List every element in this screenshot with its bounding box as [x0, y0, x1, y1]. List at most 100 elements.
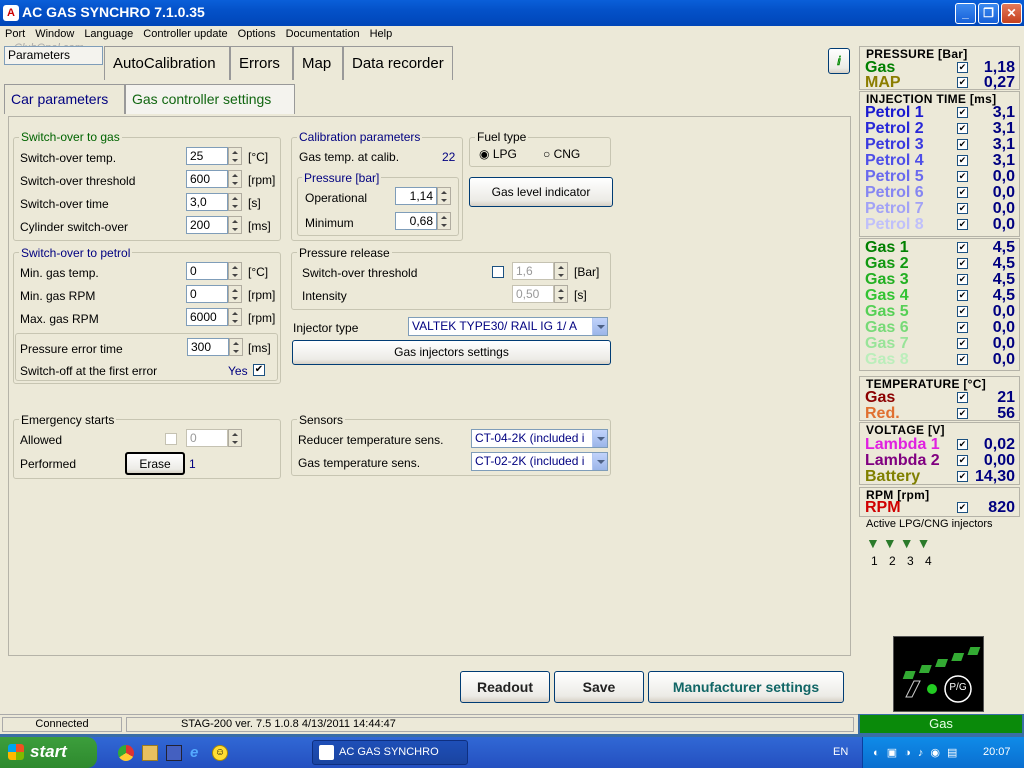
gas-level-display[interactable]: P/G: [893, 636, 984, 712]
gas-1-checkbox[interactable]: ✔: [957, 242, 968, 253]
tab-parameters[interactable]: Parameters: [4, 46, 103, 65]
petrol-8-checkbox[interactable]: ✔: [957, 219, 968, 230]
switchover-threshold-spinner[interactable]: [228, 170, 242, 188]
cng-radio[interactable]: ○ CNG: [543, 147, 580, 161]
taskbar-app-button[interactable]: AC GAS SYNCHRO: [312, 740, 468, 765]
intensity-spinner[interactable]: [554, 285, 568, 303]
manufacturer-settings-button[interactable]: Manufacturer settings: [648, 671, 844, 703]
gas-4-checkbox[interactable]: ✔: [957, 290, 968, 301]
menu-port[interactable]: Port: [0, 26, 30, 40]
emergency-allowed-input[interactable]: 0: [186, 429, 228, 447]
voltage-row-lambda1: Lambda 1 ✔ 0,02: [860, 436, 1019, 453]
switchoff-first-error-checkbox[interactable]: ✔: [253, 364, 265, 376]
ie-icon[interactable]: e: [190, 744, 207, 761]
gas-7-checkbox[interactable]: ✔: [957, 338, 968, 349]
menu-controller-update[interactable]: Controller update: [138, 26, 232, 40]
reducer-sens-select[interactable]: CT-04-2K (included i: [471, 429, 608, 448]
injector-type-select[interactable]: VALTEK TYPE30/ RAIL IG 1/ A: [408, 317, 608, 336]
petrol-8-value: 0,0: [992, 216, 1015, 233]
lambda2-checkbox[interactable]: ✔: [957, 455, 968, 466]
emergency-allowed-checkbox[interactable]: [165, 433, 177, 445]
menu-options[interactable]: Options: [233, 26, 281, 40]
clock: 20:07: [983, 746, 1011, 758]
reducer-sens-dropdown-icon[interactable]: [592, 430, 607, 447]
gas-injectors-settings-button[interactable]: Gas injectors settings: [292, 340, 611, 365]
menu-window[interactable]: Window: [30, 26, 79, 40]
gas-level-icon: [902, 647, 981, 703]
rpm-checkbox[interactable]: ✔: [957, 502, 968, 513]
petrol-3-checkbox[interactable]: ✔: [957, 139, 968, 150]
tray-icons[interactable]: ◐ ▣ ◑ ♪ ◉ ▤: [873, 746, 959, 759]
save-button[interactable]: Save: [554, 671, 644, 703]
tab-autocalibration[interactable]: AutoCalibration: [104, 46, 230, 80]
switchover-temp-spinner[interactable]: [228, 147, 242, 165]
gas-8-checkbox[interactable]: ✔: [957, 354, 968, 365]
start-button[interactable]: start: [0, 737, 97, 768]
pressure-gas-checkbox[interactable]: ✔: [957, 62, 968, 73]
min-gas-temp-spinner[interactable]: [228, 262, 242, 280]
gas-5-checkbox[interactable]: ✔: [957, 306, 968, 317]
pressure-map-checkbox[interactable]: ✔: [957, 77, 968, 88]
petrol-6-checkbox[interactable]: ✔: [957, 187, 968, 198]
pressure-error-spinner[interactable]: [229, 338, 243, 356]
min-gas-rpm-spinner[interactable]: [228, 285, 242, 303]
voltage-group: VOLTAGE [V] Lambda 1 ✔ 0,02 Lambda 2 ✔ 0…: [859, 422, 1020, 485]
minimum-input[interactable]: 0,68: [395, 212, 437, 230]
intensity-input[interactable]: 0,50: [512, 285, 554, 303]
petrol-4-checkbox[interactable]: ✔: [957, 155, 968, 166]
min-gas-temp-input[interactable]: 0: [186, 262, 228, 280]
gas-temp-sens-dropdown-icon[interactable]: [592, 453, 607, 470]
max-gas-rpm-input[interactable]: 6000: [186, 308, 228, 326]
switchover-time-input[interactable]: 3,0: [186, 193, 228, 211]
tab-data-recorder[interactable]: Data recorder: [343, 46, 453, 80]
lpg-radio[interactable]: ◉ LPG: [479, 147, 517, 161]
temperature-red-checkbox[interactable]: ✔: [957, 408, 968, 419]
operational-input[interactable]: 1,14: [395, 187, 437, 205]
gas-level-indicator-button[interactable]: Gas level indicator: [469, 177, 613, 207]
chrome-icon[interactable]: [118, 745, 134, 761]
maximize-button[interactable]: ❐: [978, 3, 999, 24]
messenger-icon[interactable]: ☺: [212, 745, 228, 761]
petrol-1-checkbox[interactable]: ✔: [957, 107, 968, 118]
pressure-error-input[interactable]: 300: [187, 338, 229, 356]
battery-checkbox[interactable]: ✔: [957, 471, 968, 482]
minimum-spinner[interactable]: [437, 212, 451, 230]
petrol-2-checkbox[interactable]: ✔: [957, 123, 968, 134]
gas-temp-sens-select[interactable]: CT-02-2K (included i: [471, 452, 608, 471]
switchover-time-spinner[interactable]: [228, 193, 242, 211]
menu-documentation[interactable]: Documentation: [281, 26, 365, 40]
minimize-button[interactable]: _: [955, 3, 976, 24]
lambda1-checkbox[interactable]: ✔: [957, 439, 968, 450]
gas-2-checkbox[interactable]: ✔: [957, 258, 968, 269]
readout-button[interactable]: Readout: [460, 671, 550, 703]
release-threshold-checkbox[interactable]: [492, 266, 504, 278]
save-disk-icon[interactable]: [166, 745, 182, 761]
release-threshold-input[interactable]: 1,6: [512, 262, 554, 280]
gas-6-checkbox[interactable]: ✔: [957, 322, 968, 333]
injector-type-dropdown-icon[interactable]: [592, 318, 607, 335]
temperature-gas-checkbox[interactable]: ✔: [957, 392, 968, 403]
emergency-allowed-spinner[interactable]: [228, 429, 242, 447]
menu-help[interactable]: Help: [365, 26, 398, 40]
cylinder-switchover-spinner[interactable]: [228, 216, 242, 234]
operational-spinner[interactable]: [437, 187, 451, 205]
tab-errors[interactable]: Errors: [230, 46, 293, 80]
tab-car-parameters[interactable]: Car parameters: [4, 84, 125, 114]
max-gas-rpm-spinner[interactable]: [228, 308, 242, 326]
tab-gas-controller-settings[interactable]: Gas controller settings: [125, 84, 295, 114]
release-threshold-spinner[interactable]: [554, 262, 568, 280]
info-icon[interactable]: ⅈ: [828, 48, 850, 74]
folder-icon[interactable]: [142, 745, 158, 761]
erase-button[interactable]: Erase: [125, 452, 185, 475]
close-button[interactable]: ✕: [1001, 3, 1022, 24]
switchover-temp-input[interactable]: 25: [186, 147, 228, 165]
menu-language[interactable]: Language: [79, 26, 138, 40]
petrol-7-checkbox[interactable]: ✔: [957, 203, 968, 214]
tab-map[interactable]: Map: [293, 46, 343, 80]
language-indicator[interactable]: EN: [833, 746, 848, 758]
gas-3-checkbox[interactable]: ✔: [957, 274, 968, 285]
switchover-threshold-input[interactable]: 600: [186, 170, 228, 188]
min-gas-rpm-input[interactable]: 0: [186, 285, 228, 303]
petrol-5-checkbox[interactable]: ✔: [957, 171, 968, 182]
cylinder-switchover-input[interactable]: 200: [186, 216, 228, 234]
